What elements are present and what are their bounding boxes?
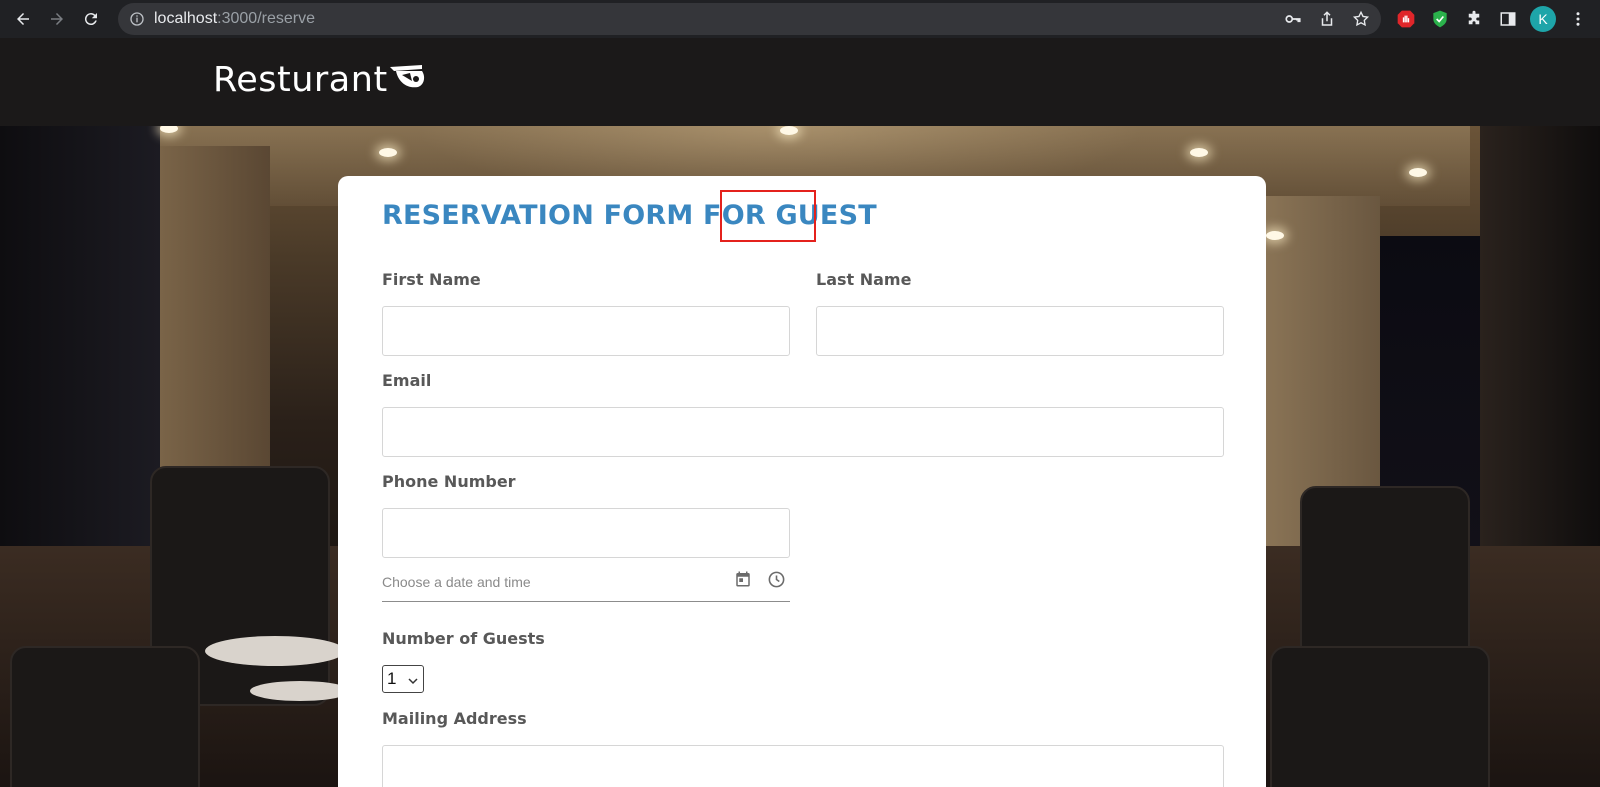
share-icon[interactable] — [1317, 9, 1337, 29]
puzzle-extensions-icon[interactable] — [1462, 7, 1486, 31]
profile-avatar[interactable]: K — [1530, 6, 1556, 32]
chef-hat-logo-icon — [388, 61, 426, 99]
guests-selected-value: 1 — [387, 669, 397, 688]
number-of-guests-label: Number of Guests — [382, 629, 545, 648]
clock-icon[interactable] — [767, 570, 787, 590]
side-panel-icon[interactable] — [1496, 7, 1520, 31]
mailing-address-label: Mailing Address — [382, 709, 527, 728]
logo-text: Resturant — [213, 60, 388, 100]
site-logo[interactable]: Resturant — [213, 60, 426, 100]
browser-toolbar: localhost:3000/reserve K — [0, 0, 1600, 38]
last-name-input[interactable] — [816, 306, 1224, 356]
back-arrow-icon[interactable] — [6, 2, 40, 36]
url-text: localhost:3000/reserve — [154, 10, 315, 27]
stop-hand-extension-icon[interactable] — [1394, 7, 1418, 31]
more-menu-icon[interactable] — [1566, 7, 1590, 31]
email-label: Email — [382, 371, 432, 390]
address-bar[interactable]: localhost:3000/reserve — [118, 3, 1381, 35]
first-name-input[interactable] — [382, 306, 790, 356]
bookmark-star-icon[interactable] — [1351, 9, 1371, 29]
site-info-icon[interactable] — [128, 10, 146, 28]
shield-extension-icon[interactable] — [1428, 7, 1452, 31]
forward-arrow-icon[interactable] — [40, 2, 74, 36]
reload-icon[interactable] — [74, 2, 108, 36]
phone-number-label: Phone Number — [382, 472, 516, 491]
email-input[interactable] — [382, 407, 1224, 457]
date-time-placeholder: Choose a date and time — [382, 574, 531, 590]
first-name-label: First Name — [382, 270, 481, 289]
site-header: Resturant — [0, 38, 1600, 126]
chevron-down-icon — [407, 672, 419, 685]
phone-number-input[interactable] — [382, 508, 790, 558]
calendar-icon[interactable] — [734, 570, 754, 590]
key-icon[interactable] — [1283, 9, 1303, 29]
reservation-form-card: RESERVATION FORM FOR GUEST First Name La… — [338, 176, 1266, 787]
date-time-picker[interactable]: Choose a date and time — [382, 568, 790, 602]
annotation-highlight-box — [720, 190, 816, 242]
mailing-address-input[interactable] — [382, 745, 1224, 787]
last-name-label: Last Name — [816, 270, 912, 289]
number-of-guests-select[interactable]: 1 — [382, 665, 424, 693]
